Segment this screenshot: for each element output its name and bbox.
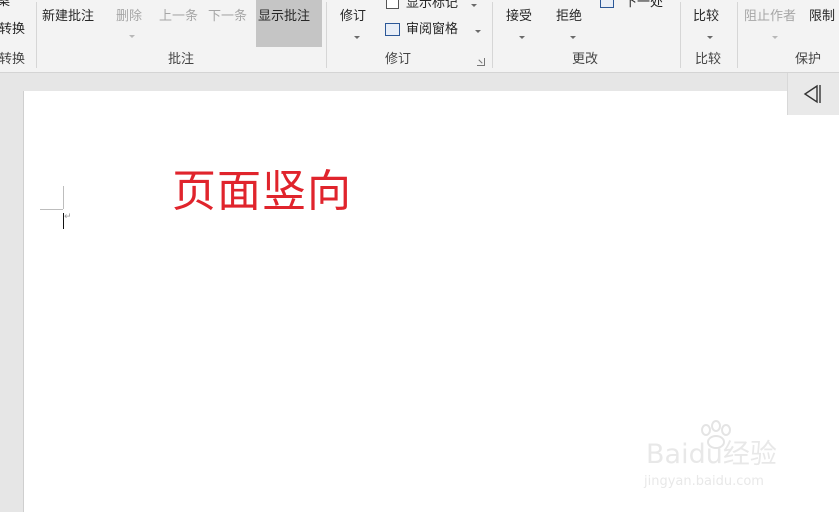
separator (680, 2, 681, 68)
baidu-watermark: Baidu经验 jingyan.baidu.com (640, 420, 800, 496)
collapse-pane-icon (803, 84, 821, 104)
crop-mark-horizontal (40, 209, 63, 210)
protect-group-label: 保护 (794, 52, 821, 67)
reviewing-pane-button[interactable]: 审阅窗格 (406, 22, 458, 38)
tracking-group-label: 修订 (384, 52, 411, 67)
block-authors-button[interactable]: 阻止作者 (744, 9, 796, 25)
reviewing-pane-dropdown-icon[interactable] (475, 30, 481, 33)
document-heading: 页面竖向 (172, 166, 352, 217)
next-comment-button[interactable]: 下一条 (208, 9, 247, 25)
convert-button[interactable]: 转换 (0, 22, 25, 38)
compare-dropdown-icon[interactable] (707, 36, 713, 39)
changes-group-label: 更改 (571, 52, 598, 67)
delete-dropdown-icon[interactable] (129, 35, 135, 38)
delete-comment-button[interactable]: 删除 (116, 9, 142, 25)
ribbon: 案 转换 转换 新建批注 删除 上一条 下一条 显示批注 批注 修订 显示标记 … (0, 0, 839, 73)
comments-group-label: 批注 (167, 52, 194, 67)
separator (737, 2, 738, 68)
show-markup-icon (386, 0, 399, 9)
restrict-editing-button[interactable]: 限制 (809, 9, 835, 25)
left-partial-label: 案 (0, 0, 10, 10)
block-authors-dropdown-icon[interactable] (772, 36, 778, 39)
reviewing-pane-icon (385, 23, 400, 36)
track-changes-dropdown-icon[interactable] (354, 36, 360, 39)
track-changes-button[interactable]: 修订 (340, 9, 366, 25)
accept-button[interactable]: 接受 (506, 9, 532, 25)
new-comment-button[interactable]: 新建批注 (42, 9, 94, 25)
paragraph-mark-icon: ↵ (64, 212, 72, 222)
tracking-dialog-launcher-icon[interactable] (477, 58, 485, 66)
separator (492, 2, 493, 68)
compare-button[interactable]: 比较 (693, 9, 719, 25)
collapse-pane-button[interactable] (787, 73, 839, 115)
next-change-icon (600, 0, 614, 8)
reject-dropdown-icon[interactable] (570, 36, 576, 39)
watermark-url-text: jingyan.baidu.com (644, 474, 764, 489)
previous-comment-button[interactable]: 上一条 (159, 9, 198, 25)
next-change-button[interactable]: 下一处 (624, 0, 663, 11)
separator (36, 2, 37, 68)
reject-button[interactable]: 拒绝 (556, 9, 582, 25)
crop-mark-vertical (63, 186, 64, 209)
show-comments-button[interactable]: 显示批注 (258, 9, 310, 25)
workspace-left-edge (0, 73, 23, 512)
compare-group-label: 比较 (694, 52, 721, 67)
convert-group-label: 转换 (0, 52, 26, 67)
separator (326, 2, 327, 68)
show-markup-dropdown-icon[interactable] (471, 4, 477, 7)
accept-dropdown-icon[interactable] (519, 36, 525, 39)
watermark-main-text: Baidu经验 (646, 439, 777, 470)
show-markup-button[interactable]: 显示标记 (406, 0, 458, 12)
